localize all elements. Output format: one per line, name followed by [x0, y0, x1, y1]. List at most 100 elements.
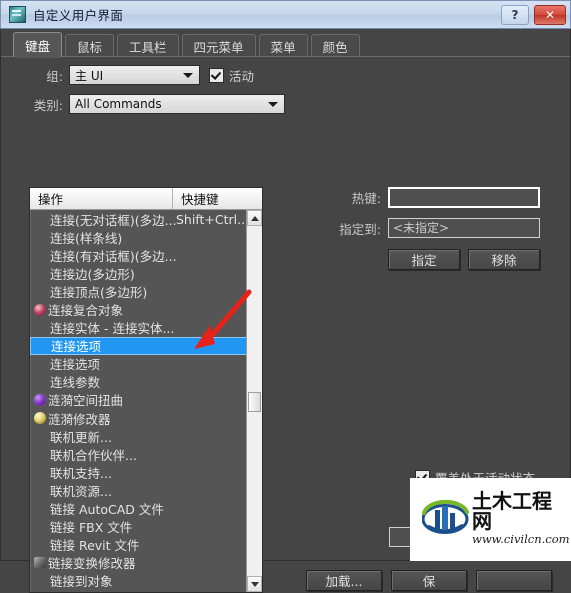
tab-colors[interactable]: 颜色 — [310, 34, 360, 57]
row-icon-placeholder — [33, 266, 48, 280]
table-row[interactable]: 连接复合对象 — [30, 300, 262, 318]
row-action-name: 连接(样条线) — [50, 230, 123, 246]
row-action-name: 连接实体 - 连接实体... — [50, 321, 175, 337]
row-action-name: 连接顶点(多边形) — [50, 284, 148, 300]
assigned-label: 指定到: — [339, 221, 381, 237]
table-row[interactable]: 联机合作伙伴... — [30, 445, 262, 463]
tab-toolbar[interactable]: 工具栏 — [117, 34, 179, 57]
table-row[interactable]: 连线参数 — [30, 373, 262, 391]
assign-button[interactable]: 指定 — [388, 249, 460, 270]
assigned-value: <未指定> — [388, 218, 540, 238]
row-action-name: 链接约束 — [50, 590, 100, 592]
group-label: 组: — [46, 68, 63, 84]
assigned-row: 指定到: <未指定> — [301, 218, 540, 238]
group-dropdown[interactable]: 主 UI — [69, 65, 200, 85]
tab-keyboard[interactable]: 键盘 — [13, 32, 63, 58]
row-icon-placeholder — [33, 321, 48, 335]
row-action-name: 链接 FBX 文件 — [50, 520, 133, 536]
scrollbar-thumb[interactable] — [248, 392, 261, 412]
watermark-url: www.civilcn.com — [472, 532, 570, 546]
tab-quad-menu[interactable]: 四元菜单 — [181, 34, 256, 57]
scroll-down-button[interactable] — [247, 576, 262, 592]
group-value: 主 UI — [75, 68, 104, 83]
row-action-name: 连线参数 — [50, 375, 101, 391]
table-row[interactable]: 联机资源... — [30, 481, 262, 499]
checkbox-icon — [209, 67, 224, 83]
sphere-yellow-icon — [34, 412, 46, 425]
row-action-name: 涟漪修改器 — [48, 411, 111, 427]
row-action-name: 连接(无对话框)(多边... — [50, 212, 177, 228]
table-row[interactable]: 连接实体 - 连接实体... — [30, 319, 262, 337]
command-list: 操作 快捷键 连接(无对话框)(多边... Shift+Ctrl... 连接(样条线… — [29, 187, 263, 593]
row-icon-placeholder — [33, 429, 48, 443]
list-scrollbar[interactable] — [246, 210, 262, 592]
row-action-name: 连接复合对象 — [48, 303, 124, 319]
row-icon-placeholder — [34, 339, 49, 353]
table-row[interactable]: 涟漪修改器 — [30, 409, 262, 427]
row-icon-placeholder — [33, 447, 48, 461]
table-row[interactable]: 联机更新... — [30, 427, 262, 445]
active-checkbox-label: 活动 — [229, 68, 255, 84]
table-row[interactable]: 连接(样条线) — [30, 228, 262, 246]
hotkey-label: 热键: — [351, 191, 381, 206]
row-icon-placeholder — [33, 230, 48, 244]
save-button[interactable]: 保 — [391, 570, 467, 591]
tab-mouse[interactable]: 鼠标 — [65, 34, 115, 57]
active-checkbox[interactable]: 活动 — [209, 66, 254, 85]
title-bar: 自定义用户界面 ? ✕ — [0, 0, 571, 29]
table-row[interactable]: 连接选项 — [30, 336, 262, 355]
row-action-name: 连接(有对话框)(多边... — [50, 248, 177, 264]
tab-strip: 键盘 鼠标 工具栏 四元菜单 菜单 颜色 — [0, 29, 571, 58]
table-row[interactable]: 连接(有对话框)(多边... — [30, 246, 262, 264]
row-action-name: 连接选项 — [50, 357, 101, 373]
load-button[interactable]: 加载... — [306, 570, 382, 591]
chevron-down-icon — [268, 102, 278, 107]
row-icon-placeholder — [33, 574, 48, 588]
table-row[interactable]: 链接变换修改器 — [30, 554, 262, 572]
scroll-up-button[interactable] — [247, 210, 262, 226]
sphere-purple-icon — [34, 393, 46, 406]
row-shortcut: Shift+Ctrl... — [176, 211, 250, 227]
table-row[interactable]: 链接 Revit 文件 — [30, 536, 262, 554]
row-icon-placeholder — [33, 375, 48, 389]
category-dropdown[interactable]: All Commands — [69, 94, 285, 114]
table-row[interactable]: 链接约束 — [30, 590, 262, 592]
row-icon-placeholder — [33, 357, 48, 371]
title-bar-buttons: ? ✕ — [501, 4, 566, 25]
row-icon-placeholder — [33, 520, 48, 534]
help-button[interactable]: ? — [501, 4, 529, 25]
civilcn-logo-icon — [422, 500, 469, 535]
remove-button[interactable]: 移除 — [468, 249, 540, 270]
column-header-shortcut[interactable]: 快捷键 — [173, 188, 262, 209]
table-row[interactable]: 涟漪空间扭曲 — [30, 391, 262, 409]
row-action-name: 联机支持... — [50, 465, 112, 481]
site-watermark: 土木工程网 www.civilcn.com — [410, 478, 571, 561]
category-value: All Commands — [75, 97, 162, 111]
watermark-text: 土木工程网 www.civilcn.com — [472, 491, 571, 546]
tab-menu[interactable]: 菜单 — [258, 34, 308, 57]
row-action-name: 链接 AutoCAD 文件 — [50, 502, 164, 518]
row-action-name: 连接边(多边形) — [50, 266, 135, 282]
list-body[interactable]: 连接(无对话框)(多边... Shift+Ctrl... 连接(样条线) 连接(有对话… — [30, 210, 262, 592]
category-label: 类别: — [33, 97, 63, 113]
hotkey-row: 热键: — [301, 187, 540, 208]
table-row[interactable]: 链接 FBX 文件 — [30, 518, 262, 536]
watermark-brand: 土木工程网 — [472, 489, 552, 533]
table-row[interactable]: 链接到对象 — [30, 572, 262, 590]
gizmo-icon — [34, 557, 46, 569]
row-icon-placeholder — [33, 284, 48, 298]
column-header-action[interactable]: 操作 — [30, 188, 173, 209]
hotkey-input[interactable] — [388, 187, 540, 208]
reset-button[interactable] — [476, 570, 552, 591]
row-icon-placeholder — [33, 538, 48, 552]
table-row[interactable]: 链接 AutoCAD 文件 — [30, 500, 262, 518]
window-title: 自定义用户界面 — [33, 8, 124, 23]
table-row[interactable]: 连接(无对话框)(多边... Shift+Ctrl... — [30, 210, 262, 228]
table-row[interactable]: 连接选项 — [30, 355, 262, 373]
table-row[interactable]: 连接边(多边形) — [30, 264, 262, 282]
group-row: 组: 主 UI 活动 — [1, 65, 291, 85]
table-row[interactable]: 联机支持... — [30, 463, 262, 481]
close-button[interactable]: ✕ — [534, 4, 566, 25]
table-row[interactable]: 连接顶点(多边形) — [30, 282, 262, 300]
row-icon-placeholder — [33, 502, 48, 516]
